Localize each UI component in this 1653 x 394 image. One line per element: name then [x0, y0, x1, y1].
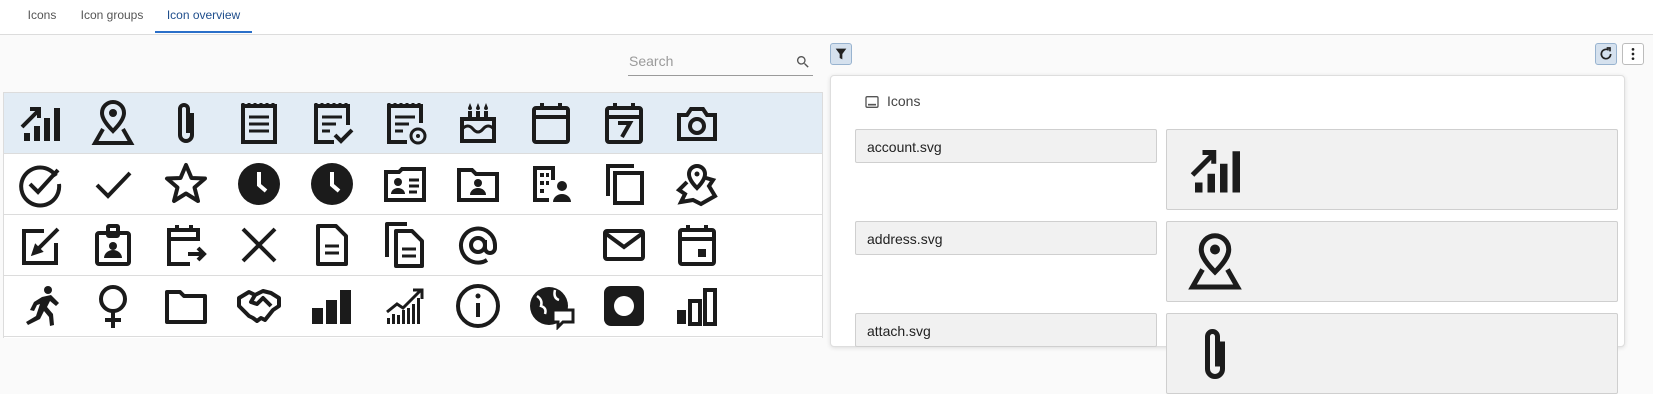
filter-button[interactable] [830, 43, 852, 65]
file-name-field[interactable]: attach.svg [855, 313, 1157, 347]
more-button[interactable] [1622, 43, 1644, 65]
chart-up-icon [1190, 150, 1240, 193]
tab-icon-overview[interactable]: Icon overview [155, 0, 252, 33]
check-icon[interactable] [85, 159, 141, 209]
handshake-icon[interactable] [231, 281, 287, 331]
copy-icon[interactable] [596, 159, 652, 209]
trend-chart-icon[interactable] [377, 281, 433, 331]
search-field [628, 49, 813, 76]
icon-row[interactable] [4, 93, 822, 154]
globe-chat-icon[interactable] [523, 281, 579, 331]
folder-person-icon[interactable] [450, 159, 506, 209]
file-name-field[interactable]: account.svg [855, 129, 1157, 163]
more-vertical-icon [1631, 48, 1635, 60]
icons-panel: Icons account.svg address.svg attach.svg [830, 75, 1625, 394]
building-person-icon[interactable] [523, 159, 579, 209]
refresh-button[interactable] [1595, 43, 1617, 65]
icon-preview [1166, 313, 1618, 394]
paperclip-icon [1205, 329, 1225, 379]
image-icon [865, 96, 879, 108]
filter-icon [835, 48, 847, 60]
paperclip-icon[interactable] [158, 98, 214, 148]
notepad-icon[interactable] [231, 98, 287, 148]
close-icon[interactable] [231, 220, 287, 270]
envelope-icon[interactable] [596, 220, 652, 270]
edit-icon[interactable] [12, 220, 68, 270]
tab-bar: Icons Icon groups Icon overview [0, 0, 1653, 35]
notepad-gear-icon[interactable] [377, 98, 433, 148]
camera-icon[interactable] [669, 98, 725, 148]
calendar-event-icon[interactable] [669, 220, 725, 270]
circle-check-icon[interactable] [12, 159, 68, 209]
info-icon[interactable] [450, 281, 506, 331]
folder-icon[interactable] [158, 281, 214, 331]
document-icon[interactable] [304, 220, 360, 270]
at-sign-icon[interactable] [450, 220, 506, 270]
search-input[interactable] [628, 49, 779, 73]
refresh-icon [1600, 47, 1612, 60]
icon-row[interactable] [4, 276, 822, 337]
female-icon[interactable] [85, 281, 141, 331]
bar-chart-outline-icon[interactable] [669, 281, 725, 331]
bar-chart-icon[interactable] [304, 281, 360, 331]
tab-icons[interactable]: Icons [16, 0, 68, 33]
location-pin-icon [1188, 233, 1242, 290]
clock-filled-icon[interactable] [231, 159, 287, 209]
record-icon[interactable] [596, 281, 652, 331]
calendar-icon[interactable] [523, 98, 579, 148]
icon-preview [1166, 221, 1618, 302]
location-pin-icon[interactable] [85, 98, 141, 148]
star-icon[interactable] [158, 159, 214, 209]
icon-row[interactable] [4, 215, 822, 276]
notepad-check-icon[interactable] [304, 98, 360, 148]
tab-icon-groups[interactable]: Icon groups [72, 0, 152, 33]
panel-title: Icons [887, 93, 921, 109]
calendar-7-icon[interactable] [596, 98, 652, 148]
search-icon[interactable] [795, 54, 811, 70]
running-person-icon[interactable] [12, 281, 68, 331]
documents-icon[interactable] [377, 220, 433, 270]
chart-up-icon[interactable] [12, 98, 68, 148]
icon-grid [3, 92, 823, 338]
map-pin-icon[interactable] [669, 159, 725, 209]
clock-filled-icon[interactable] [304, 159, 360, 209]
birthday-cake-icon[interactable] [450, 98, 506, 148]
icon-row[interactable] [4, 154, 822, 215]
icon-preview [1166, 129, 1618, 210]
file-name-field[interactable]: address.svg [855, 221, 1157, 255]
badge-icon[interactable] [85, 220, 141, 270]
calendar-export-icon[interactable] [158, 220, 214, 270]
contact-card-icon[interactable] [377, 159, 433, 209]
